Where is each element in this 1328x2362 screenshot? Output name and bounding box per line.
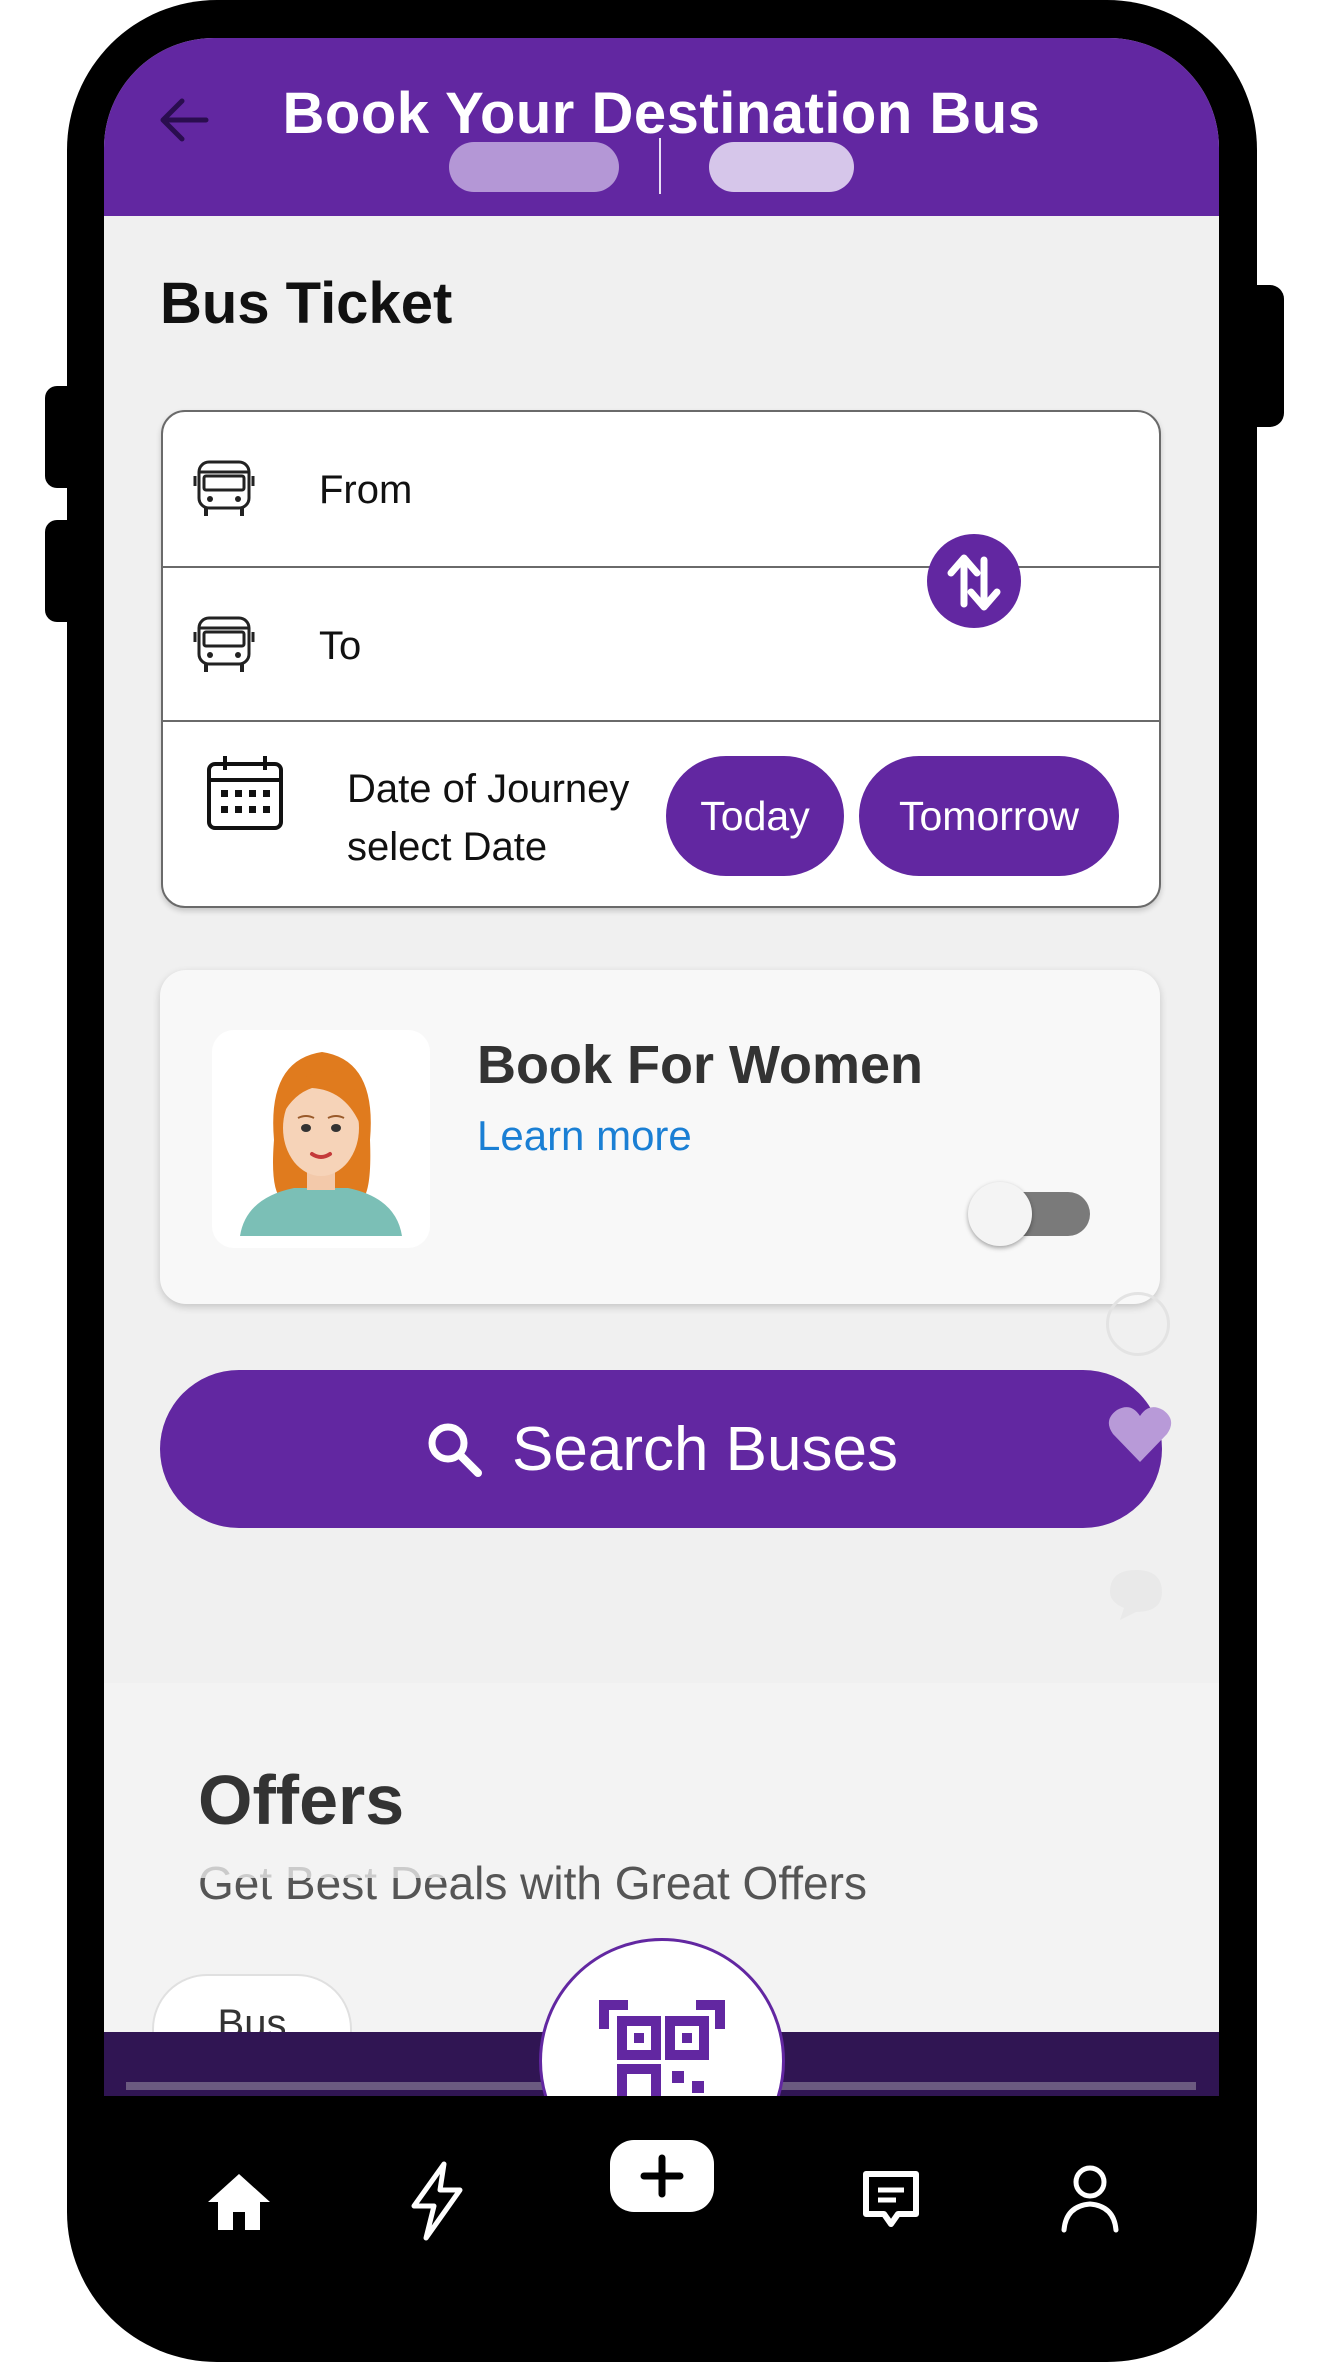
header-overlay-pill: [449, 142, 619, 192]
profile-icon[interactable]: [1058, 2160, 1122, 2234]
bolt-icon[interactable]: [404, 2160, 468, 2242]
chat-icon[interactable]: [856, 2164, 926, 2234]
tomorrow-button[interactable]: Tomorrow: [859, 756, 1119, 876]
book-for-women-card: Book For Women Learn more: [160, 970, 1160, 1304]
row-divider: [163, 720, 1159, 722]
app-header: Book Your Destination Bus: [104, 38, 1219, 216]
offers-fade-overlay: [124, 1838, 444, 1878]
app-screen: Book Your Destination Bus Bus Ticket Fro…: [104, 38, 1219, 2096]
phone-side-button-right: [1250, 285, 1284, 427]
date-picker[interactable]: Date of Journey select Date: [347, 760, 629, 876]
booking-card: From To Date of Journey select Date Toda…: [161, 410, 1161, 908]
calendar-icon: [207, 756, 283, 830]
search-buses-button[interactable]: Search Buses: [160, 1370, 1162, 1528]
woman-avatar-icon: [240, 1052, 402, 1236]
bus-icon: [193, 616, 255, 672]
today-button[interactable]: Today: [666, 756, 844, 876]
add-icon: [640, 2154, 684, 2198]
learn-more-link[interactable]: Learn more: [477, 1112, 692, 1160]
phone-side-button-left-2: [45, 520, 71, 622]
search-buses-label: Search Buses: [512, 1414, 898, 1484]
bus-icon: [193, 460, 255, 516]
page-title: Book Your Destination Bus: [282, 81, 1041, 146]
chat-bubble-ghost-icon: [1110, 1570, 1162, 1620]
select-date-label: select Date: [347, 825, 548, 869]
date-of-journey-label: Date of Journey: [347, 767, 630, 811]
add-button[interactable]: [610, 2140, 714, 2212]
offers-title: Offers: [198, 1761, 405, 1839]
ghost-circle-decoration: [1106, 1292, 1170, 1356]
qr-code-icon: [599, 2000, 725, 2096]
qr-scan-button[interactable]: [539, 1938, 785, 2096]
swap-route-button[interactable]: [927, 534, 1021, 628]
to-label: To: [319, 624, 362, 668]
search-icon: [428, 1423, 482, 1477]
header-overlay-pill: [709, 142, 854, 192]
women-card-title: Book For Women: [477, 1035, 924, 1095]
swap-vertical-icon: [947, 554, 1001, 611]
women-toggle-knob[interactable]: [968, 1182, 1032, 1246]
phone-side-button-left-1: [45, 386, 71, 488]
heart-icon: [1108, 1407, 1172, 1462]
woman-avatar: [212, 1030, 430, 1248]
home-icon[interactable]: [204, 2166, 274, 2236]
from-label: From: [319, 468, 413, 512]
header-divider: [659, 138, 661, 194]
section-title: Bus Ticket: [160, 271, 453, 336]
